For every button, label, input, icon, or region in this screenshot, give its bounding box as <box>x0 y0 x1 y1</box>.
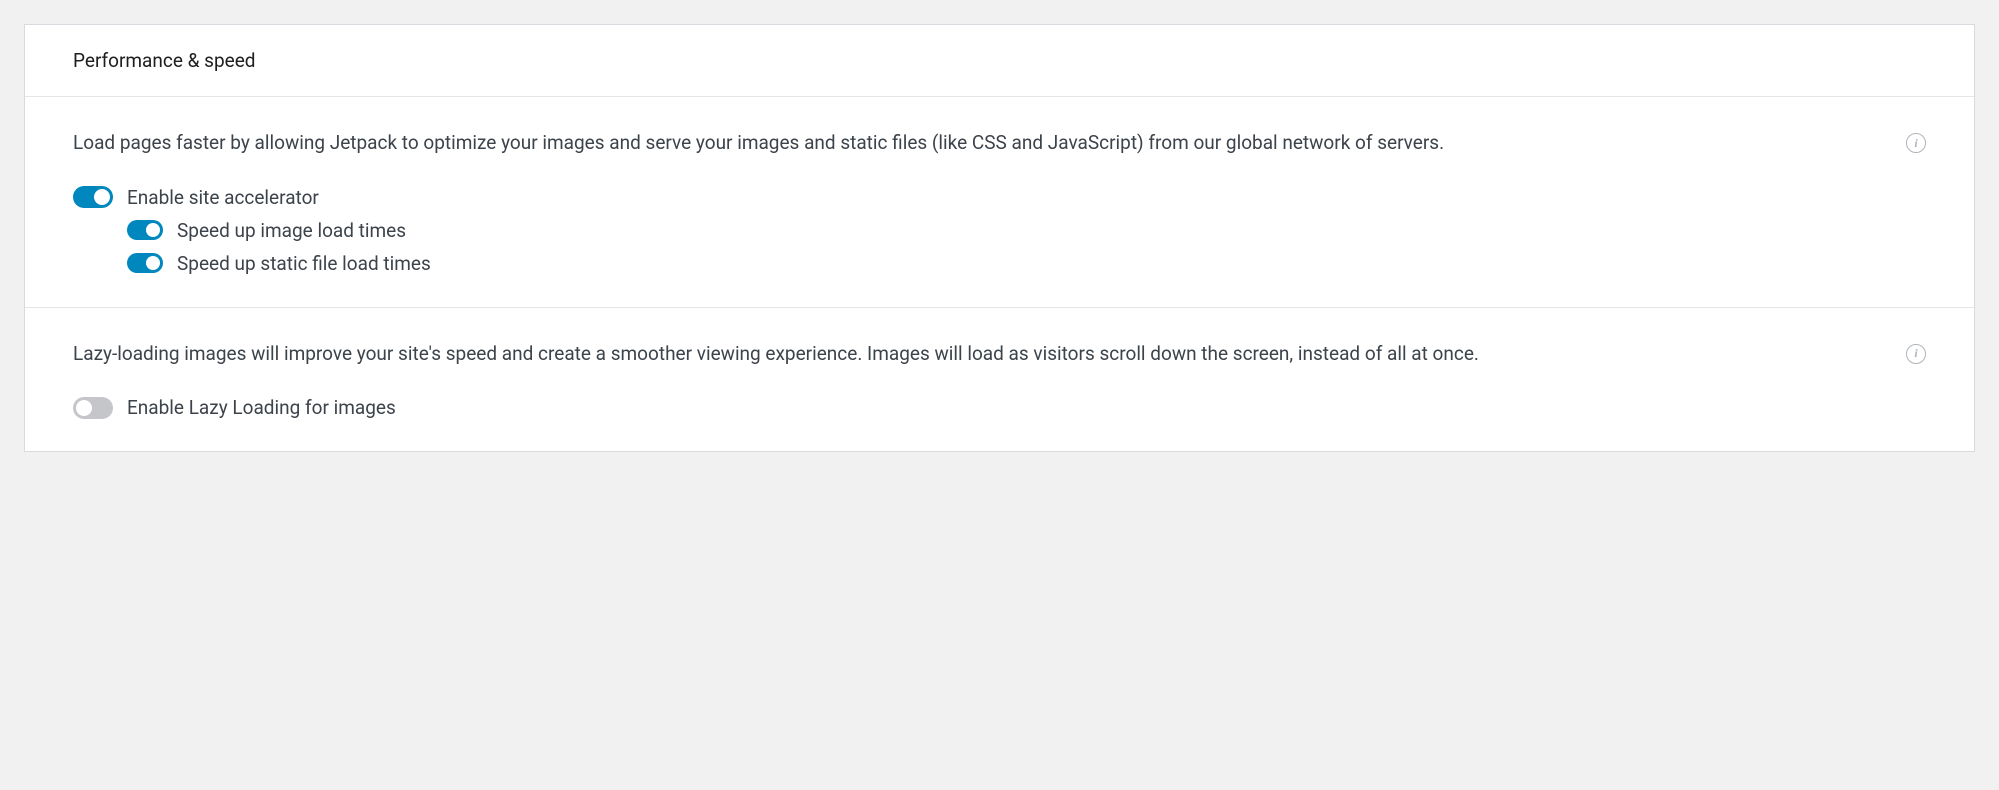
enable-site-accelerator-row: Enable site accelerator <box>73 186 1926 209</box>
enable-site-accelerator-label: Enable site accelerator <box>127 186 319 209</box>
enable-lazy-loading-label: Enable Lazy Loading for images <box>127 396 396 419</box>
speed-up-image-label: Speed up image load times <box>177 219 406 242</box>
lazy-loading-section: Lazy-loading images will improve your si… <box>25 308 1974 452</box>
performance-card: Performance & speed Load pages faster by… <box>24 24 1975 452</box>
toggle-knob <box>146 256 160 270</box>
speed-up-static-label: Speed up static file load times <box>177 252 431 275</box>
toggle-knob <box>94 189 110 205</box>
card-title: Performance & speed <box>73 49 1926 72</box>
site-accelerator-section: Load pages faster by allowing Jetpack to… <box>25 97 1974 308</box>
info-icon[interactable]: i <box>1906 133 1926 153</box>
lazy-loading-description: Lazy-loading images will improve your si… <box>73 340 1882 369</box>
speed-up-image-row: Speed up image load times <box>127 219 1926 242</box>
accelerator-description: Load pages faster by allowing Jetpack to… <box>73 129 1882 158</box>
card-header: Performance & speed <box>25 25 1974 97</box>
info-icon[interactable]: i <box>1906 344 1926 364</box>
enable-site-accelerator-toggle[interactable] <box>73 186 113 208</box>
toggle-knob <box>76 400 92 416</box>
speed-up-image-toggle[interactable] <box>127 220 163 240</box>
section-header: Lazy-loading images will improve your si… <box>73 340 1926 397</box>
speed-up-static-toggle[interactable] <box>127 253 163 273</box>
section-header: Load pages faster by allowing Jetpack to… <box>73 129 1926 186</box>
speed-up-static-row: Speed up static file load times <box>127 252 1926 275</box>
enable-lazy-loading-toggle[interactable] <box>73 397 113 419</box>
enable-lazy-loading-row: Enable Lazy Loading for images <box>73 396 1926 419</box>
toggle-knob <box>146 223 160 237</box>
